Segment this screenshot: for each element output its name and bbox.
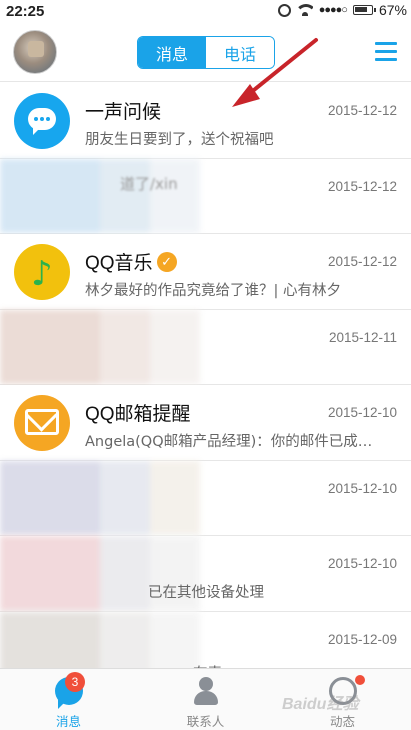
conversation-date: 2015-12-10 [327, 405, 397, 420]
user-avatar[interactable] [13, 30, 57, 74]
contacts-icon [192, 677, 220, 705]
status-icons: ●●●●○ 67% [277, 2, 407, 18]
unread-badge: 3 [65, 672, 85, 692]
signal-icon: ●●●●○ [318, 4, 348, 16]
tab-label: 消息 [55, 714, 81, 729]
conversation-preview: 已在其他设备处理 [148, 585, 264, 601]
envelope-icon [14, 395, 70, 451]
blurred-content [0, 158, 230, 233]
conversation-date: 2015-12-12 [327, 254, 397, 269]
conversation-name: 一声问候 [85, 102, 162, 123]
conversation-date: 2015-12-10 [327, 480, 397, 496]
menu-icon[interactable] [375, 42, 397, 61]
music-note-icon: ♪ [14, 244, 70, 300]
notification-dot [355, 675, 365, 685]
conversation-row[interactable]: 2015-12-11 [0, 309, 411, 385]
watermark: Baidu经验 [282, 696, 359, 713]
app-header: 消息 电话 [0, 24, 411, 82]
conversation-row[interactable]: QQ邮箱提醒 Angela(QQ邮箱产品经理)：你的邮件已成… 2015-12-… [0, 385, 411, 461]
battery-level: 67% [378, 2, 407, 18]
segment-control: 消息 电话 [137, 36, 275, 69]
battery-icon [352, 5, 376, 15]
conversation-date: 2015-12-12 [327, 103, 397, 118]
conversation-name: QQ音乐 ✓ [85, 248, 177, 275]
conversation-row[interactable]: 道了/xin 2015-12-12 [0, 158, 411, 234]
status-time: 22:25 [6, 3, 45, 20]
alarm-icon [277, 3, 291, 17]
conversation-row[interactable]: 一声问候 朋友生日要到了，送个祝福吧 2015-12-12 [0, 83, 411, 159]
conversation-date: 2015-12-10 [327, 556, 397, 571]
blurred-name: 道了/xin [120, 174, 178, 193]
conversation-date: 2015-12-12 [327, 178, 397, 194]
conversation-row[interactable]: ♪ QQ音乐 ✓ 林夕最好的作品究竟给了谁？| 心有林夕 2015-12-12 [0, 234, 411, 310]
wifi-icon [296, 4, 313, 16]
tab-contacts[interactable]: 联系人 [137, 669, 274, 730]
conversation-date: 2015-12-11 [328, 329, 397, 345]
conversation-date: 2015-12-09 [327, 631, 397, 647]
chat-bubble-icon [14, 93, 70, 149]
conversation-preview: Angela(QQ邮箱产品经理)：你的邮件已成… [85, 434, 373, 450]
conversation-list: 一声问候 朋友生日要到了，送个祝福吧 2015-12-12 道了/xin 201… [0, 83, 411, 687]
conversation-name-text: QQ音乐 [85, 253, 153, 274]
conversation-preview: 朋友生日要到了，送个祝福吧 [85, 132, 274, 148]
blurred-content [0, 460, 230, 535]
tab-messages[interactable]: 消息 [138, 37, 206, 68]
tab-label: 联系人 [186, 714, 225, 729]
blurred-content [0, 309, 230, 384]
conversation-preview: 林夕最好的作品究竟给了谁？| 心有林夕 [85, 283, 341, 299]
tab-calls[interactable]: 电话 [206, 37, 274, 68]
verified-badge-icon: ✓ [156, 251, 177, 272]
status-bar: 22:25 ●●●●○ 67% [0, 0, 411, 24]
conversation-name: QQ邮箱提醒 [85, 404, 191, 425]
conversation-row[interactable]: 2015-12-10 [0, 460, 411, 536]
conversation-row[interactable]: 已在其他设备处理 2015-12-10 [0, 536, 411, 612]
